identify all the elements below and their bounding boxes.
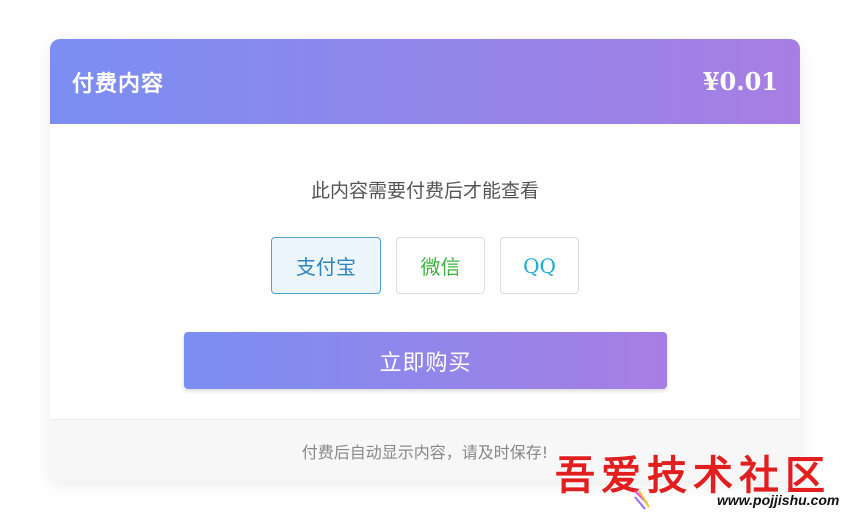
card-header: 付费内容 ¥0.01 (50, 39, 800, 124)
payment-method-alipay[interactable]: 支付宝 (271, 237, 381, 294)
buy-now-button[interactable]: 立即购买 (184, 332, 667, 389)
paywall-card: 付费内容 ¥0.01 此内容需要付费后才能查看 支付宝 微信 QQ 立即购买 付… (50, 39, 800, 481)
payment-methods: 支付宝 微信 QQ (50, 237, 800, 294)
price-label: ¥0.01 (702, 67, 778, 96)
card-title: 付费内容 (72, 71, 165, 97)
payment-method-qq[interactable]: QQ (500, 237, 579, 294)
watermark-url: www.pojjishu.com (717, 492, 840, 508)
paywall-notice: 此内容需要付费后才能查看 (310, 180, 539, 202)
sparkle-icon (634, 490, 650, 510)
card-body: 此内容需要付费后才能查看 支付宝 微信 QQ 立即购买 (50, 124, 800, 420)
site-watermark: 吾爱技术社区 www.pojjishu.com (555, 443, 847, 513)
payment-method-wechat[interactable]: 微信 (396, 237, 485, 294)
footer-text: 付费后自动显示内容，请及时保存! (301, 442, 549, 462)
